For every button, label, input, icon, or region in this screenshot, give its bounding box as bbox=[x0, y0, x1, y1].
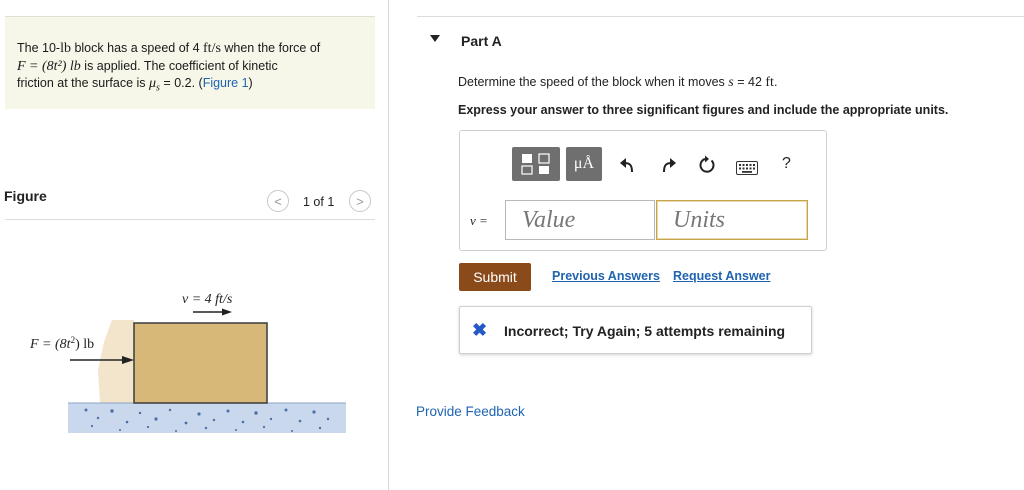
reset-icon[interactable] bbox=[697, 155, 717, 175]
answer-variable-label: v = bbox=[470, 213, 488, 228]
problem-text: The 10-lb block has a speed of 4 ft/s wh… bbox=[17, 40, 367, 97]
problem-text-segment: when the force of bbox=[220, 41, 321, 55]
problem-text-segment: The 10- bbox=[17, 41, 61, 55]
problem-text-segment: is applied. The coefficient of kinetic bbox=[80, 58, 278, 73]
unit-fts: ft/s bbox=[203, 41, 221, 56]
part-title[interactable]: Part A bbox=[461, 33, 502, 49]
force-label-main: F = (8t bbox=[29, 337, 72, 352]
figure-rule bbox=[5, 219, 375, 220]
units-button[interactable]: μÅ bbox=[566, 147, 602, 181]
submit-button[interactable]: Submit bbox=[459, 263, 531, 291]
question-unit: ft bbox=[765, 75, 774, 90]
figure-pager-text: 1 of 1 bbox=[303, 195, 335, 209]
collapse-triangle-icon[interactable] bbox=[430, 35, 440, 42]
incorrect-x-icon: ✖ bbox=[472, 320, 488, 340]
chevron-right-icon: > bbox=[356, 194, 364, 209]
mu-symbol: μ bbox=[149, 76, 157, 91]
unit-lb: lb bbox=[60, 41, 71, 56]
help-button[interactable]: ? bbox=[782, 155, 791, 173]
block-figure: v = 4 ft/s F = (8t2) lb bbox=[29, 292, 346, 433]
value-input[interactable] bbox=[505, 200, 655, 240]
block bbox=[133, 322, 268, 404]
chevron-left-icon: < bbox=[274, 194, 282, 209]
velocity-arrowhead bbox=[222, 308, 232, 316]
problem-text-segment: ) bbox=[248, 76, 253, 90]
previous-answers-link[interactable]: Previous Answers bbox=[552, 269, 660, 283]
velocity-label: v = 4 ft/s bbox=[182, 292, 233, 307]
force-label-unit: ) lb bbox=[75, 337, 94, 352]
units-button-label: μÅ bbox=[573, 155, 595, 172]
feedback-message: Incorrect; Try Again; 5 attempts remaini… bbox=[504, 323, 786, 339]
redo-icon[interactable] bbox=[658, 155, 678, 175]
request-answer-link[interactable]: Request Answer bbox=[673, 269, 770, 283]
figure-label: Figure bbox=[4, 188, 47, 204]
fraction-template-icon bbox=[521, 153, 550, 175]
keyboard-icon[interactable] bbox=[736, 161, 758, 175]
question-text: Determine the speed of the block when it… bbox=[458, 75, 777, 91]
problem-text-segment: block has a speed of 4 bbox=[70, 41, 204, 55]
force-label: F = (8t2) lb bbox=[29, 335, 94, 352]
problem-statement-panel: The 10-lb block has a speed of 4 ft/s wh… bbox=[5, 16, 375, 109]
template-button[interactable] bbox=[512, 147, 560, 181]
figure-prev-button[interactable]: < bbox=[267, 190, 289, 212]
top-rule bbox=[417, 16, 1024, 17]
units-input[interactable] bbox=[656, 200, 808, 240]
problem-text-segment: = 0.2. ( bbox=[159, 76, 203, 90]
figure-link[interactable]: Figure 1 bbox=[203, 76, 249, 90]
force-expression: F = (8t²) lb bbox=[17, 58, 81, 74]
question-segment: = 42 bbox=[733, 75, 766, 89]
undo-icon[interactable] bbox=[618, 155, 638, 175]
provide-feedback-link[interactable]: Provide Feedback bbox=[416, 404, 525, 419]
problem-text-segment: friction at the surface is bbox=[17, 76, 150, 90]
question-segment: . bbox=[773, 75, 778, 89]
instruction-text: Express your answer to three significant… bbox=[458, 103, 949, 117]
feedback-box: ✖ Incorrect; Try Again; 5 attempts remai… bbox=[459, 306, 812, 354]
figure-next-button[interactable]: > bbox=[349, 190, 371, 212]
motion-shading bbox=[98, 320, 134, 404]
question-segment: Determine the speed of the block when it… bbox=[458, 75, 729, 89]
panel-divider bbox=[388, 0, 389, 490]
